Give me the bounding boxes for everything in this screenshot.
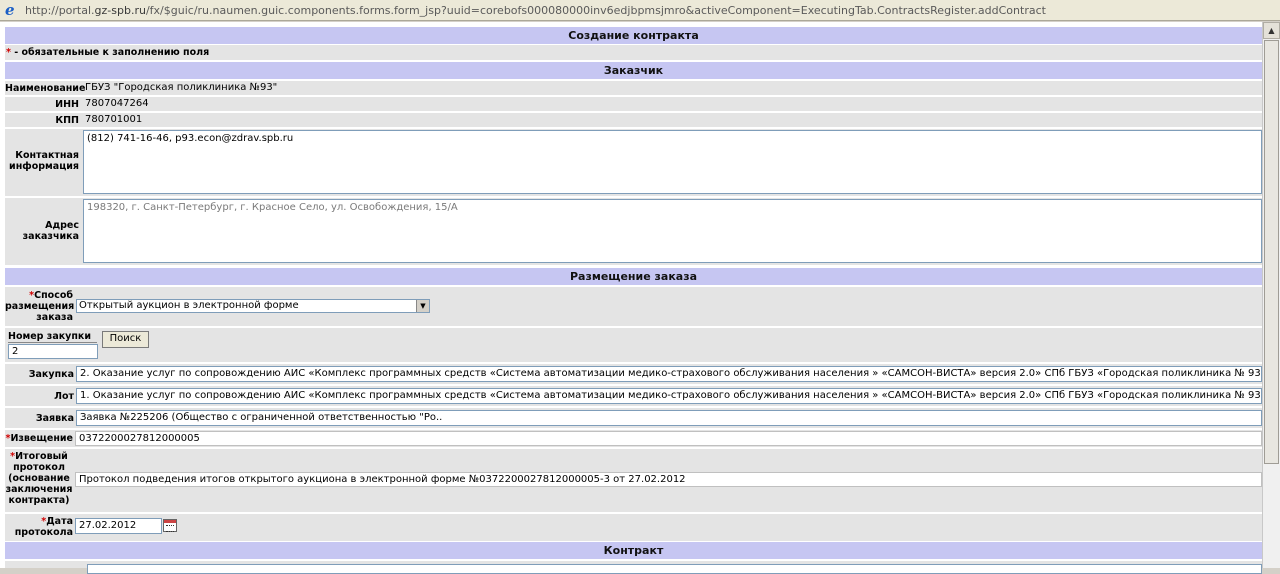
protocol-label-text: Итоговый протокол (основание заключения …: [5, 451, 73, 506]
address-textarea[interactable]: 198320, г. Санкт-Петербург, г. Красное С…: [83, 199, 1262, 263]
dropdown-arrow-icon[interactable]: ▼: [416, 300, 429, 312]
protocol-field[interactable]: Протокол подведения итогов открытого аук…: [75, 472, 1262, 487]
required-note: - обязательные к заполнению поля: [10, 47, 210, 58]
scroll-thumb[interactable]: [1264, 40, 1279, 464]
kpp-row: КПП 780701001: [5, 113, 1262, 127]
inn-row: ИНН 7807047264: [5, 97, 1262, 111]
customer-heading: Заказчик: [5, 62, 1262, 79]
application-field[interactable]: Заявка №225206 (Общество с ограниченной …: [76, 410, 1262, 426]
customer-name-row: Наименование ГБУЗ "Городская поликлиника…: [5, 81, 1262, 95]
notice-field[interactable]: 0372200027812000005: [75, 431, 1262, 446]
method-label-text: Способ размещения заказа: [5, 290, 75, 323]
search-button[interactable]: Поиск: [102, 331, 149, 348]
purchase-number-row: Номер закупки 2 Поиск: [5, 328, 1262, 362]
purchase-field[interactable]: 2. Оказание услуг по сопровождению АИС «…: [76, 366, 1262, 382]
contact-textarea[interactable]: (812) 741-16-46, p93.econ@zdrav.spb.ru: [83, 130, 1262, 194]
calendar-icon[interactable]: [163, 519, 177, 532]
inn-value: 7807047264: [85, 98, 149, 109]
customer-name-value: ГБУЗ "Городская поликлиника №93": [85, 82, 278, 93]
notice-label: *Извещение: [5, 433, 75, 444]
method-select[interactable]: Открытый аукцион в электронной форме ▼: [76, 299, 430, 313]
address-bar[interactable]: e http://portal.gz-spb.ru/fx/$guic/ru.na…: [0, 0, 1280, 21]
customer-name-label: Наименование: [5, 83, 86, 94]
protocol-date-input[interactable]: 27.02.2012: [75, 518, 162, 534]
purchase-number-input[interactable]: 2: [8, 344, 98, 359]
lot-field[interactable]: 1. Оказание услуг по сопровождению АИС «…: [76, 388, 1262, 404]
contract-first-field[interactable]: [87, 564, 1262, 574]
contact-row: Контактная информация (812) 741-16-46, p…: [5, 129, 1262, 196]
application-label: Заявка: [35, 413, 74, 424]
contract-first-row: [5, 561, 1262, 574]
notice-label-text: Извещение: [10, 433, 73, 444]
scroll-up-icon[interactable]: ▲: [1263, 22, 1280, 39]
address-label: Адрес заказчика: [22, 220, 79, 242]
protocol-date-label: *Дата протокола: [5, 516, 75, 538]
ie-page-icon: e: [5, 1, 15, 19]
protocol-row: *Итоговый протокол (основание заключения…: [5, 449, 1262, 512]
kpp-label: КПП: [55, 115, 79, 126]
purchase-number-label: Номер закупки: [8, 331, 97, 343]
inn-label: ИНН: [55, 99, 79, 110]
required-note-row: * - обязательные к заполнению поля: [5, 45, 1262, 60]
protocol-date-row: *Дата протокола 27.02.2012: [5, 514, 1262, 541]
lot-row: Лот 1. Оказание услуг по сопровождению А…: [5, 386, 1262, 406]
url-text[interactable]: http://portal.gz-spb.ru/fx/$guic/ru.naum…: [25, 4, 1046, 17]
kpp-value: 780701001: [85, 114, 143, 125]
contact-label: Контактная информация: [9, 150, 79, 172]
vertical-scrollbar[interactable]: ▲: [1262, 22, 1280, 568]
address-row: Адрес заказчика 198320, г. Санкт-Петербу…: [5, 198, 1262, 265]
method-label: *Способ размещения заказа: [5, 290, 75, 323]
protocol-label: *Итоговый протокол (основание заключения…: [5, 451, 75, 506]
method-select-value: Открытый аукцион в электронной форме: [79, 300, 299, 311]
purchase-label: Закупка: [28, 369, 74, 380]
application-row: Заявка Заявка №225206 (Общество с ограни…: [5, 408, 1262, 428]
purchase-row: Закупка 2. Оказание услуг по сопровожден…: [5, 364, 1262, 384]
method-row: *Способ размещения заказа Открытый аукци…: [5, 287, 1262, 326]
form-title: Создание контракта: [5, 27, 1262, 44]
contract-heading: Контракт: [5, 542, 1262, 559]
placement-heading: Размещение заказа: [5, 268, 1262, 285]
lot-label: Лот: [54, 391, 74, 402]
notice-row: *Извещение 0372200027812000005: [5, 430, 1262, 447]
